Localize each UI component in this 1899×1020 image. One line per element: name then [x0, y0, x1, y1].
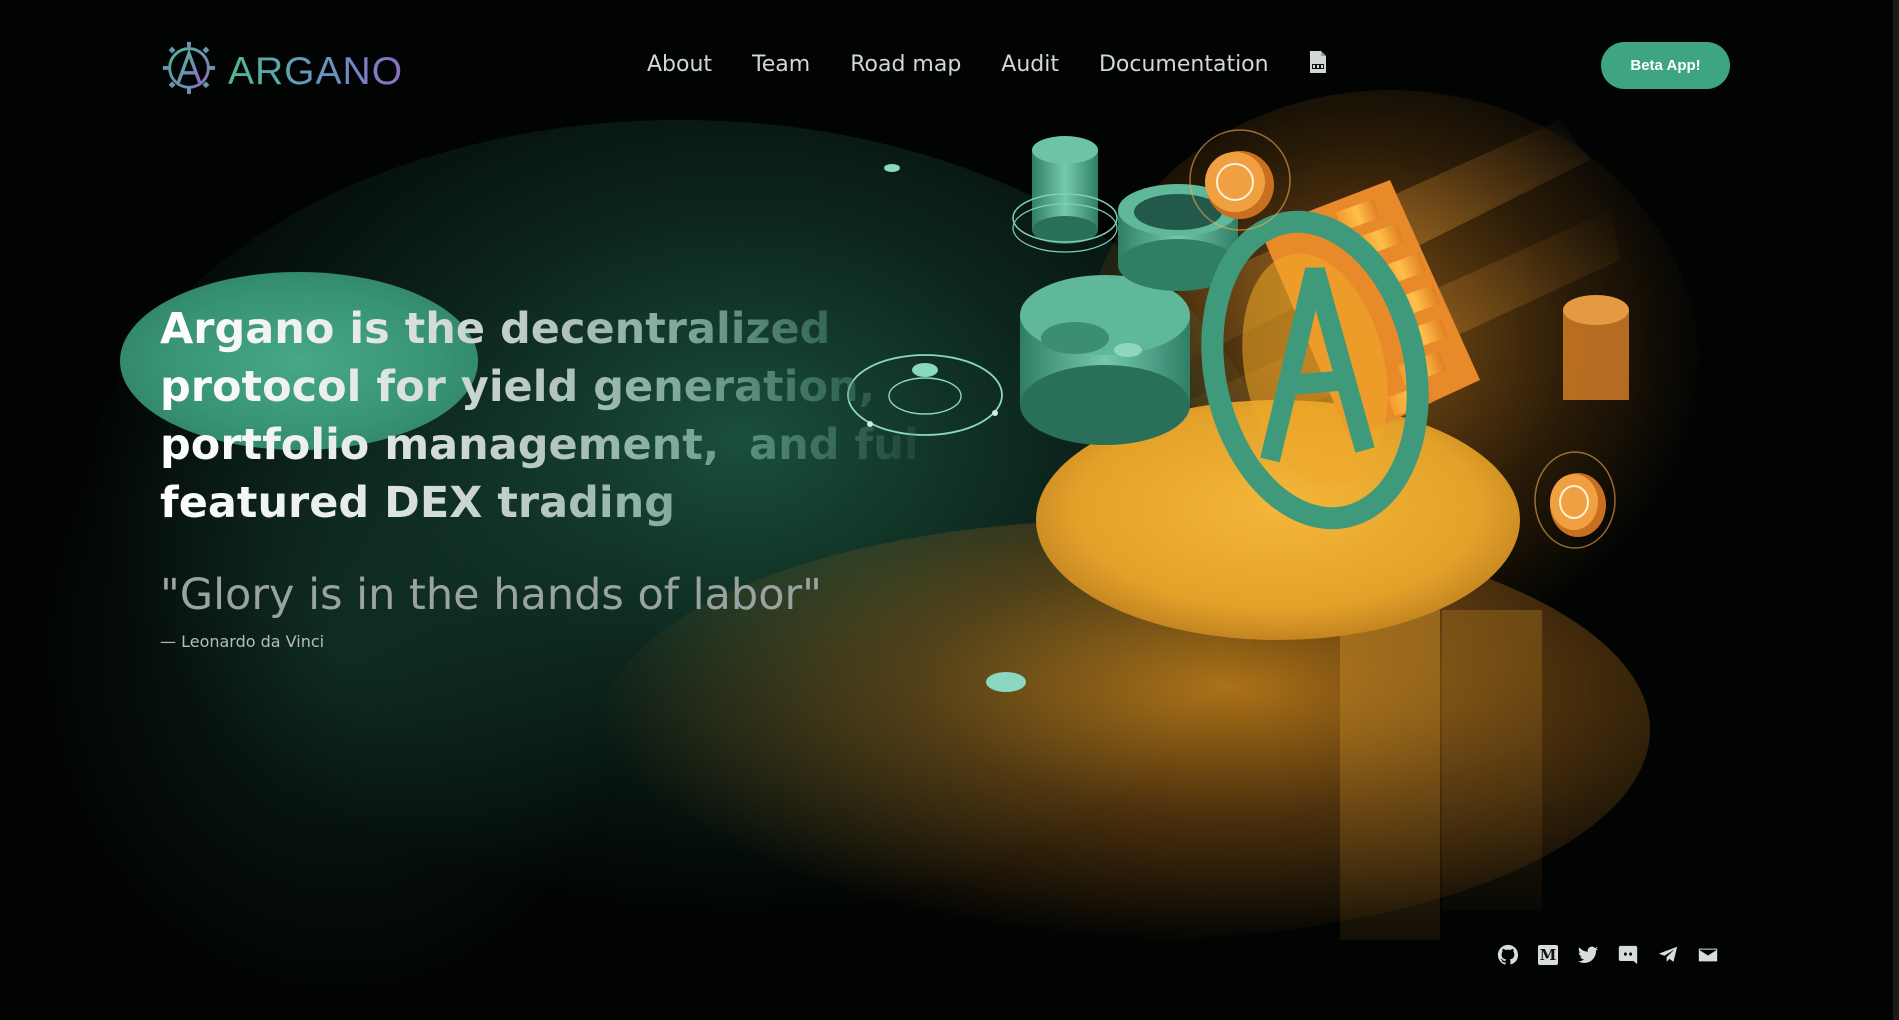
argano-gear-logo-icon — [162, 41, 216, 95]
teal-cylinder-hole — [1041, 322, 1109, 354]
nav-link-team[interactable]: Team — [752, 52, 810, 77]
discord-icon[interactable] — [1617, 944, 1639, 966]
email-icon[interactable] — [1697, 944, 1719, 966]
teal-button — [1114, 343, 1142, 357]
hero-headline-line: featured DEX trading — [160, 478, 676, 528]
nav-link-about[interactable]: About — [647, 52, 712, 77]
brand-name: ARGANO — [228, 50, 404, 93]
teal-ring-hole — [1134, 194, 1222, 230]
medium-icon[interactable]: M — [1537, 944, 1559, 966]
main-nav: About Team Road map Audit Documentation — [647, 50, 1329, 77]
hero-quote: "Glory is in the hands of labor" — [160, 570, 822, 620]
orange-coin-top — [1189, 129, 1291, 231]
hero-headline-line: Argano is the decentralized — [160, 304, 831, 354]
brand-logo-link[interactable]: ARGANO — [160, 38, 403, 96]
medium-icon-glyph: M — [1538, 945, 1558, 965]
nav-link-road-map[interactable]: Road map — [850, 52, 961, 77]
floating-dot — [884, 164, 900, 172]
twitter-icon[interactable] — [1577, 944, 1599, 966]
beta-app-button[interactable]: Beta App! — [1601, 42, 1730, 89]
nav-link-documentation[interactable]: Documentation — [1099, 52, 1269, 77]
github-icon[interactable] — [1497, 944, 1519, 966]
nav-link-audit[interactable]: Audit — [1001, 52, 1059, 77]
landing-page: ARGANO About Team Road map Audit Documen… — [0, 0, 1899, 1020]
hero-headline: Argano is the decentralized protocol for… — [160, 300, 920, 532]
pdf-document-icon[interactable] — [1307, 50, 1329, 74]
argano-protocol-illustration — [847, 120, 1629, 692]
small-teal-cylinder-top — [1032, 136, 1098, 164]
orange-cylinder-top — [1563, 295, 1629, 325]
teal-cylinder-bottom — [1020, 365, 1190, 445]
social-links: M — [1497, 944, 1737, 966]
floating-dot — [986, 672, 1026, 692]
right-edge-strip — [1893, 0, 1899, 1020]
hero-headline-line: protocol for yield generation, — [160, 362, 875, 412]
hero-headline-line: portfolio management, and full — [160, 420, 934, 470]
orange-coin-right — [1534, 451, 1616, 549]
quote-author: — Leonardo da Vinci — [160, 632, 325, 651]
telegram-icon[interactable] — [1657, 944, 1679, 966]
